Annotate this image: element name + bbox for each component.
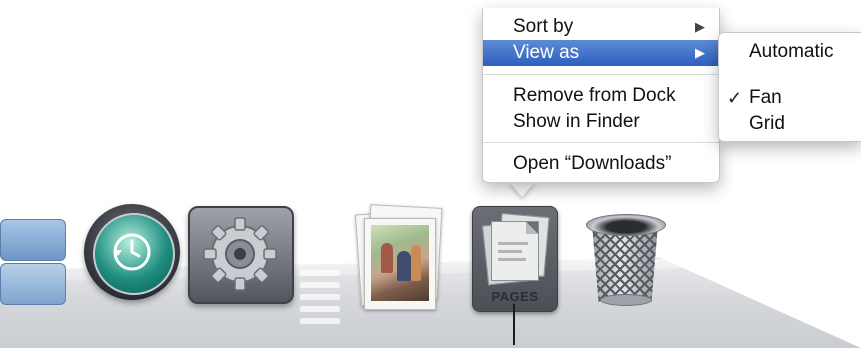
menu-item-label: Grid [749, 113, 785, 134]
menu-item-label: Fan [749, 87, 782, 108]
menu-item-label: Sort by [513, 16, 574, 37]
trash-can-base [600, 294, 652, 306]
system-preferences-icon[interactable] [188, 206, 294, 304]
time-machine-icon[interactable] [84, 204, 180, 300]
photo-image [371, 225, 429, 301]
pages-label: PAGES [491, 289, 539, 304]
menu-item-label: Automatic [749, 41, 834, 62]
submenu-arrow-icon: ▶ [695, 45, 705, 60]
menu-item-label: View as [513, 42, 580, 63]
menu-separator [483, 74, 719, 75]
callout-line [513, 304, 515, 345]
submenu-item-grid[interactable]: Grid [719, 111, 861, 137]
menu-item-label: Open “Downloads” [513, 153, 672, 174]
stack-icon [0, 219, 66, 261]
submenu-item-fan[interactable]: ✓ Fan [719, 85, 861, 111]
pages-document-icon[interactable]: PAGES [472, 206, 558, 312]
menu-separator [483, 142, 719, 143]
menu-item-label: Show in Finder [513, 111, 640, 132]
stack-icon [0, 263, 66, 305]
view-as-submenu: Automatic ✓ Fan Grid [718, 32, 861, 142]
gear-icon [203, 217, 277, 291]
dock-stack-icon[interactable] [0, 215, 68, 307]
submenu-item-automatic[interactable]: Automatic [719, 39, 861, 65]
clock-icon [113, 233, 151, 271]
dock-context-menu: Sort by ▶ View as ▶ Remove from Dock Sho… [482, 8, 720, 183]
menu-item-remove-from-dock[interactable]: Remove from Dock [483, 83, 719, 109]
dock-divider[interactable] [300, 270, 340, 340]
photo-card [364, 218, 436, 310]
checkmark-icon: ✓ [727, 88, 743, 108]
photo-stack-icon[interactable] [354, 204, 443, 310]
menu-pointer-tail [508, 181, 536, 197]
submenu-arrow-icon: ▶ [695, 19, 705, 34]
menu-item-label: Remove from Dock [513, 85, 676, 106]
menu-item-open-downloads[interactable]: Open “Downloads” [483, 151, 719, 177]
menu-item-view-as[interactable]: View as ▶ [483, 40, 719, 66]
trash-icon[interactable] [586, 206, 666, 306]
menu-item-sort-by[interactable]: Sort by ▶ [483, 14, 719, 40]
trash-can-rim [586, 214, 666, 236]
document-page [491, 221, 539, 281]
menu-item-show-in-finder[interactable]: Show in Finder [483, 109, 719, 135]
